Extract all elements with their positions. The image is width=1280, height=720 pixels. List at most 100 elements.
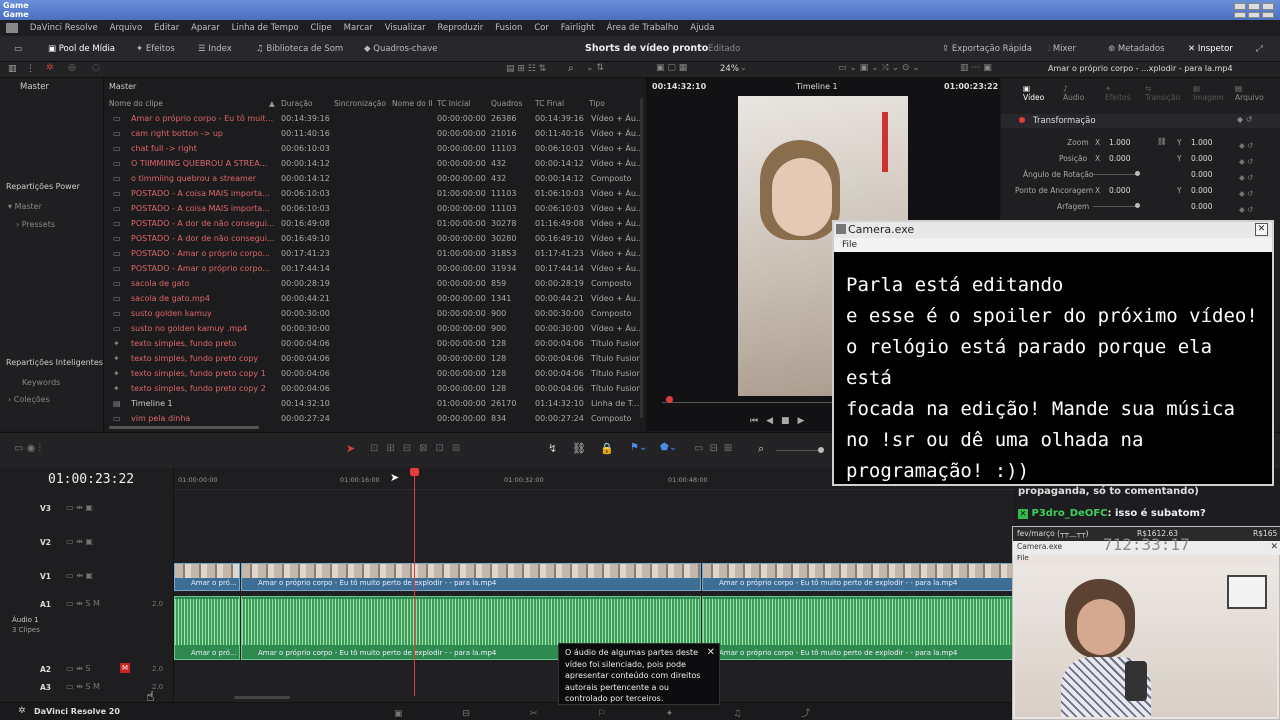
link-icon[interactable]: ◌ (92, 63, 100, 73)
timeline-zoom-handle[interactable] (818, 447, 824, 453)
rotation-slider[interactable] (1093, 174, 1139, 175)
sound-library-button[interactable]: ♫ Biblioteca de Som (256, 36, 343, 62)
layout-icons[interactable]: ▭ ◉ ⫶ (14, 443, 41, 454)
tab-effects[interactable]: ✦ Efeitos (1105, 84, 1131, 102)
pitch-value[interactable]: 0.000 (1191, 202, 1212, 211)
inspector-button[interactable]: ✕ Inspetor (1188, 36, 1233, 62)
audio-clip-1[interactable]: Amar o pró... (174, 596, 240, 660)
linked-selection-icon[interactable]: ⛓ (572, 442, 586, 455)
clip-tool-icons[interactable]: ▥ ⋯ ▣ (960, 63, 992, 73)
menu-trim[interactable]: Aparar (191, 20, 220, 36)
col-frames-header[interactable]: Quadros (491, 96, 522, 111)
transform-section-header[interactable]: Transformação ◆ ↺ (1001, 114, 1280, 128)
track-v1-icons[interactable]: ▭ ⇹ ▣ (66, 571, 93, 580)
master-bin-header[interactable]: Master (20, 82, 49, 92)
pos-y-value[interactable]: 0.000 (1191, 154, 1212, 163)
track-a1-volume[interactable]: 2.0 (152, 600, 163, 608)
clip-row[interactable]: ▭ susto golden kamuy 00:00:30:00 00:00:00:0… (105, 306, 645, 321)
col-name2-header[interactable]: Nome do II (392, 96, 433, 111)
tab-audio[interactable]: ♪ Áudio (1063, 84, 1084, 102)
close-button[interactable] (1262, 3, 1274, 10)
sidebar-toggle-icon[interactable]: ▥ (8, 64, 17, 74)
clip-row[interactable]: ▭ O TIIMMIING QUEBROU A STREA... 00:00:14:… (105, 156, 645, 171)
anchor-x-value[interactable]: 0.000 (1109, 186, 1130, 195)
zoom-x-value[interactable]: 1.000 (1109, 138, 1130, 147)
section-reset-icons[interactable]: ◆ ↺ (1237, 115, 1252, 124)
section-enabled-icon[interactable] (1019, 117, 1025, 123)
clip-row[interactable]: ✦ texto simples, fundo preto copy 1 00:00:… (105, 366, 645, 381)
video-clip-3[interactable]: Amar o próprio corpo - Eu tô muito perto… (702, 563, 1014, 591)
search-icon[interactable]: ⌕ (568, 63, 574, 74)
smart-bin-keywords[interactable]: Keywords (22, 378, 60, 387)
chat-username[interactable]: P3dro_DeOFC (1031, 508, 1107, 519)
pitch-slider-handle[interactable] (1135, 203, 1140, 208)
power-bins-header[interactable]: Repartições Power (6, 182, 80, 191)
index-button[interactable]: ☰ Index (198, 36, 232, 62)
edit-tool-icons[interactable]: ⊡⊞⊟⊠⊡⊞ (370, 443, 468, 454)
clip-row[interactable]: ▭ o timmiing quebrou a streamer 00:00:14:1… (105, 171, 645, 186)
video-clip-2[interactable]: Amar o próprio corpo - Eu tô muito perto… (241, 563, 701, 591)
smart-bin-collections[interactable]: › Coleções (8, 395, 50, 404)
maximize-button[interactable] (1248, 3, 1260, 10)
clip-row[interactable]: ▭ cam right botton -> up 00:11:40:16 00:00:… (105, 126, 645, 141)
timeline-scrollbar[interactable] (234, 696, 290, 699)
record-icon[interactable]: ✲ (46, 63, 54, 73)
clip-row[interactable]: ✦ texto simples, fundo preto copy 2 00:00:… (105, 381, 645, 396)
expand-icon[interactable]: ⤢ (1256, 36, 1263, 62)
video-clip-1[interactable]: Amar o pró... (174, 563, 240, 591)
sort-icons[interactable]: ⌄ ⇅ (586, 63, 604, 73)
menu-workspace[interactable]: Área de Trabalho (607, 20, 679, 36)
track-a2-volume[interactable]: 2.0 (152, 665, 163, 673)
col-name-header[interactable]: Nome do clipe (109, 96, 163, 111)
tab-transition[interactable]: ⇆ Transição (1145, 84, 1180, 102)
page-tab-icons[interactable]: ▣⊟✂⚐✦♫⤴ (394, 706, 870, 719)
power-bin-master[interactable]: ▾ Master (8, 202, 42, 211)
webcam-close-button[interactable]: ✕ (1270, 541, 1278, 553)
clip-row[interactable]: ▭ susto no golden kamuy .mp4 00:00:30:00 00… (105, 321, 645, 336)
track-v3-icons[interactable]: ▭ ⇹ ▣ (66, 503, 93, 512)
menu-clip[interactable]: Clipe (310, 20, 331, 36)
col-sync-header[interactable]: Sincronização (334, 96, 386, 111)
pos-x-value[interactable]: 0.000 (1109, 154, 1130, 163)
audio-clip-3[interactable]: Amar o próprio corpo - Eu tô muito perto… (702, 596, 1014, 660)
menu-color[interactable]: Cor (534, 20, 549, 36)
clip-row[interactable]: ▭ POSTADO - A coisa MAIS importa... 00:06:… (105, 186, 645, 201)
clip-row[interactable]: ▤ Timeline 1 00:14:32:10 01:00:00:00 26170 01… (105, 396, 645, 411)
clip-row[interactable]: ▭ vim pela dinha 00:00:27:24 00:00:00:00 834… (105, 411, 645, 426)
zoom-level[interactable]: 24% (720, 64, 739, 74)
link-icon[interactable]: ⛓ (1157, 137, 1167, 146)
panel-toggle-icon[interactable]: ▭ (14, 36, 22, 62)
rotation-value[interactable]: 0.000 (1191, 170, 1212, 179)
viewer-tool-icons[interactable]: ▭ ⌄ ▣ ⌄ ⤨ ⌄ ⊙ ⌄ (838, 63, 920, 73)
clip-row[interactable]: ▭ sacola de gato.mp4 00:00:44:21 00:00:00:0… (105, 291, 645, 306)
metadata-button[interactable]: ⊛ Metadados (1108, 36, 1165, 62)
view-mode-icons[interactable]: ▤ ⊞ ☷ ⇅ (506, 64, 546, 74)
menu-fairlight[interactable]: Fairlight (561, 20, 595, 36)
tab-video[interactable]: ▣ Vídeo (1023, 84, 1044, 102)
clip-row[interactable]: ▭ POSTADO - A dor de não consegui... 00:16… (105, 216, 645, 231)
webcam-file-menu[interactable]: File (1017, 554, 1029, 562)
clip-row[interactable]: ✦ texto simples, fundo preto 00:00:04:06 00… (105, 336, 645, 351)
sync-icon[interactable]: ◎ (68, 63, 76, 73)
tab-image[interactable]: ▦ Imagem (1193, 84, 1224, 102)
zoom-chevron-icon[interactable]: ⌄ (740, 63, 747, 72)
tab-file[interactable]: ▤ Arquivo (1235, 84, 1264, 102)
vertical-scrollbar[interactable] (640, 98, 643, 418)
marker-icon[interactable]: ⬟⌄ (660, 442, 677, 453)
zoom-tool-icons[interactable]: ▭⊟⊞ (694, 443, 738, 454)
menu-edit[interactable]: Editar (154, 20, 179, 36)
col-tcin-header[interactable]: TC Inicial (437, 96, 471, 111)
keyframe-reset-icons[interactable]: ◆ ↺ ◆ ↺ ◆ ↺ ◆ ↺ ◆ ↺ (1239, 138, 1253, 218)
toast-close-icon[interactable]: ✕ (707, 647, 715, 659)
clip-row[interactable]: ▭ chat full -> right 00:06:10:03 00:00:00:0… (105, 141, 645, 156)
menu-app[interactable]: DaVinci Resolve (30, 20, 98, 36)
clip-row[interactable]: ▭ POSTADO - A dor de não consegui... 00:16… (105, 231, 645, 246)
zoom-y-value[interactable]: 1.000 (1191, 138, 1212, 147)
rotation-slider-handle[interactable] (1135, 171, 1140, 176)
smart-bins-header[interactable]: Repartições Inteligentes (6, 358, 103, 367)
clip-row[interactable]: ▭ Amar o próprio corpo - Eu tô muit... 00:… (105, 111, 645, 126)
lock-icon[interactable]: 🔒 (600, 442, 614, 455)
menu-playback[interactable]: Reproduzir (438, 20, 484, 36)
pitch-slider[interactable] (1093, 206, 1139, 207)
menu-file[interactable]: Arquivo (110, 20, 143, 36)
